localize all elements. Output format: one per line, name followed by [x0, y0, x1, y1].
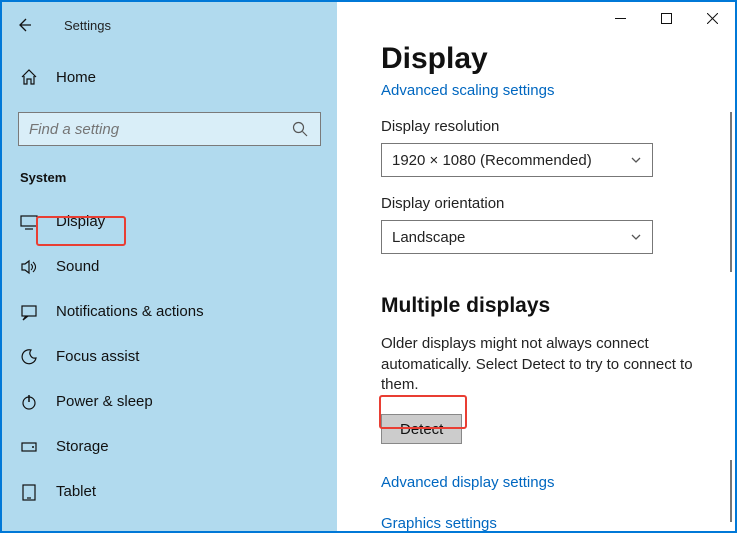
- notifications-icon: [20, 303, 38, 321]
- advanced-display-link[interactable]: Advanced display settings: [381, 474, 735, 491]
- sidebar-item-label: Sound: [56, 258, 99, 275]
- orientation-select[interactable]: Landscape: [381, 220, 653, 254]
- titlebar: Settings: [2, 8, 337, 42]
- sidebar-item-label: Storage: [56, 438, 109, 455]
- graphics-settings-link[interactable]: Graphics settings: [381, 515, 735, 531]
- page-title: Display: [381, 42, 735, 76]
- minimize-icon: [615, 13, 626, 24]
- orientation-label: Display orientation: [381, 195, 735, 212]
- sidebar-item-label: Power & sleep: [56, 393, 153, 410]
- category-heading: System: [20, 170, 337, 185]
- back-arrow-icon: [15, 16, 33, 34]
- focus-icon: [20, 348, 38, 366]
- advanced-scaling-link[interactable]: Advanced scaling settings: [381, 82, 554, 99]
- sidebar-item-display[interactable]: Display: [2, 199, 337, 244]
- storage-icon: [20, 438, 38, 456]
- sidebar-item-notifications[interactable]: Notifications & actions: [2, 289, 337, 334]
- detect-button-label: Detect: [400, 421, 443, 438]
- app-title: Settings: [64, 18, 111, 33]
- home-icon: [20, 68, 38, 86]
- main-pane: Display Advanced scaling settings Displa…: [337, 2, 735, 531]
- sidebar-item-label: Notifications & actions: [56, 303, 204, 320]
- sidebar-item-label: Tablet: [56, 483, 96, 500]
- sound-icon: [20, 258, 38, 276]
- sidebar: Settings Home System Display: [2, 2, 337, 531]
- maximize-icon: [661, 13, 672, 24]
- settings-window: Settings Home System Display: [0, 0, 737, 533]
- chevron-down-icon: [630, 231, 642, 243]
- multiple-displays-heading: Multiple displays: [381, 294, 735, 318]
- close-icon: [707, 13, 718, 24]
- sidebar-item-sound[interactable]: Sound: [2, 244, 337, 289]
- sidebar-item-label: Focus assist: [56, 348, 139, 365]
- resolution-select[interactable]: 1920 × 1080 (Recommended): [381, 143, 653, 177]
- sidebar-item-focus-assist[interactable]: Focus assist: [2, 334, 337, 379]
- window-controls: [597, 2, 735, 34]
- maximize-button[interactable]: [643, 2, 689, 34]
- power-icon: [20, 393, 38, 411]
- scroll-indicator[interactable]: [730, 112, 732, 272]
- orientation-value: Landscape: [392, 229, 465, 246]
- search-box[interactable]: [18, 112, 321, 146]
- sidebar-item-power-sleep[interactable]: Power & sleep: [2, 379, 337, 424]
- search-input[interactable]: [29, 121, 310, 138]
- nav-list: Display Sound Notifications & actions Fo…: [2, 199, 337, 514]
- resolution-label: Display resolution: [381, 118, 735, 135]
- sidebar-item-label: Display: [56, 213, 105, 230]
- home-nav[interactable]: Home: [2, 56, 337, 98]
- close-button[interactable]: [689, 2, 735, 34]
- minimize-button[interactable]: [597, 2, 643, 34]
- tablet-icon: [20, 483, 38, 501]
- home-label: Home: [56, 69, 96, 86]
- detect-button[interactable]: Detect: [381, 414, 462, 444]
- display-icon: [20, 213, 38, 231]
- resolution-value: 1920 × 1080 (Recommended): [392, 152, 592, 169]
- search-icon: [292, 121, 308, 137]
- chevron-down-icon: [630, 154, 642, 166]
- back-button[interactable]: [4, 8, 44, 42]
- sidebar-item-storage[interactable]: Storage: [2, 424, 337, 469]
- sidebar-item-tablet[interactable]: Tablet: [2, 469, 337, 514]
- scroll-indicator[interactable]: [730, 460, 732, 522]
- multiple-displays-body: Older displays might not always connect …: [381, 334, 721, 396]
